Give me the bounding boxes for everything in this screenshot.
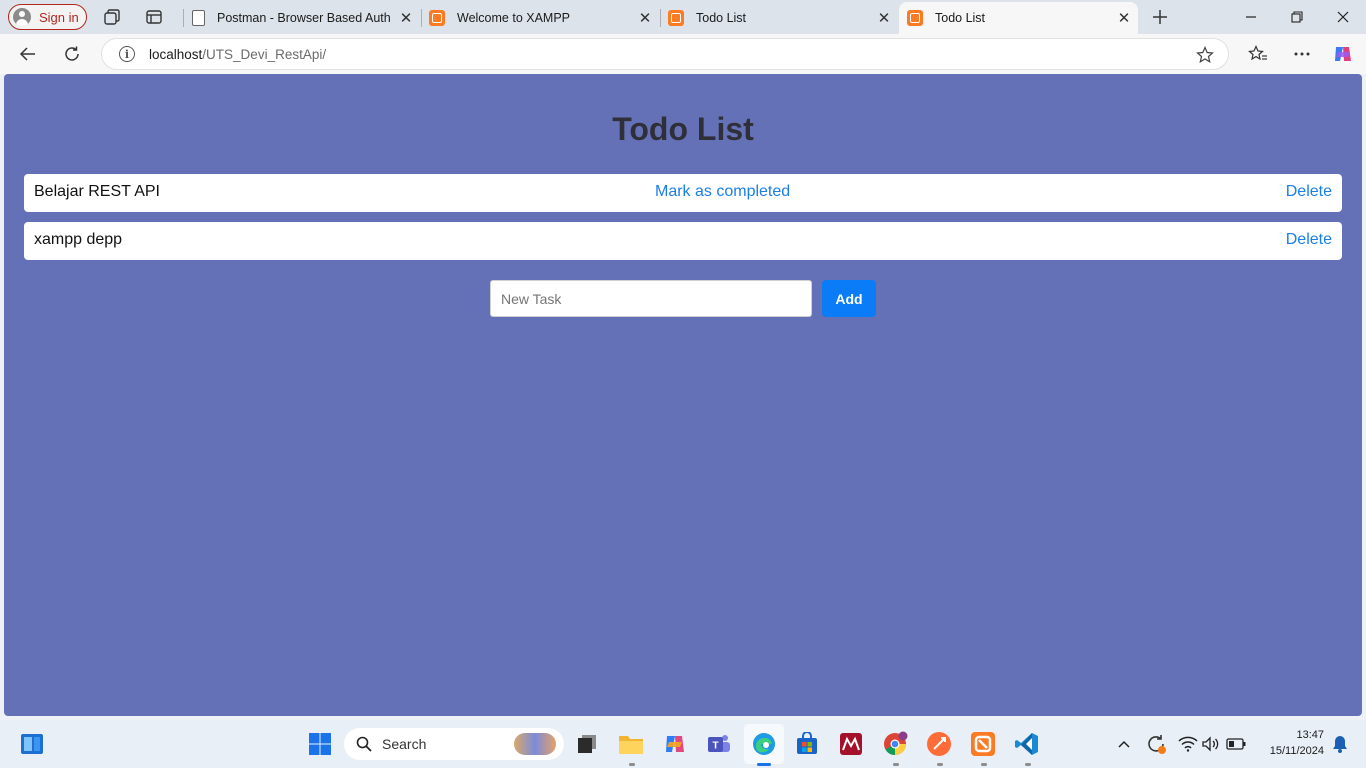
- postman-icon[interactable]: [925, 730, 953, 758]
- back-icon[interactable]: [16, 42, 40, 66]
- tab-postman[interactable]: Postman - Browser Based Auth ✕: [184, 2, 420, 34]
- minimize-icon[interactable]: [1228, 0, 1274, 34]
- page-viewport: Todo List Belajar REST API Mark as compl…: [4, 74, 1362, 716]
- url-path: /UTS_Devi_RestApi/: [202, 46, 327, 62]
- workspaces-icon[interactable]: [101, 6, 123, 28]
- mendeley-icon[interactable]: [837, 730, 865, 758]
- vscode-icon[interactable]: [1013, 730, 1041, 758]
- refresh-icon[interactable]: [60, 42, 84, 66]
- search-icon: [356, 736, 372, 752]
- task-view-icon[interactable]: [573, 730, 601, 758]
- address-bar[interactable]: i localhost/UTS_Devi_RestApi/: [101, 38, 1229, 70]
- active-app-indicator: [757, 763, 771, 766]
- new-task-input[interactable]: [490, 280, 812, 317]
- site-info-icon[interactable]: i: [119, 46, 135, 62]
- widgets-icon[interactable]: [18, 730, 46, 758]
- tab-todo-list[interactable]: Todo List ✕: [660, 2, 898, 34]
- taskbar-search[interactable]: Search: [344, 728, 564, 760]
- chrome-icon[interactable]: [881, 730, 909, 758]
- close-tab-icon[interactable]: ✕: [1114, 8, 1134, 28]
- microsoft-store-icon[interactable]: [793, 730, 821, 758]
- volume-icon[interactable]: [1197, 730, 1225, 758]
- copilot-icon[interactable]: [1331, 42, 1355, 66]
- search-highlight-icon: [514, 733, 556, 755]
- teams-icon[interactable]: T: [705, 730, 733, 758]
- file-explorer-icon[interactable]: [617, 730, 645, 758]
- xampp-icon: [907, 10, 923, 26]
- close-tab-icon[interactable]: ✕: [396, 8, 416, 28]
- new-tab-icon[interactable]: [1149, 6, 1171, 28]
- document-icon: [192, 10, 205, 26]
- todo-text: xampp depp: [34, 231, 123, 248]
- running-indicator: [629, 763, 635, 766]
- tab-title: Todo List: [935, 11, 986, 25]
- delete-link[interactable]: Delete: [1286, 183, 1332, 201]
- svg-text:T: T: [712, 741, 718, 752]
- start-icon[interactable]: [306, 730, 334, 758]
- favorite-star-icon[interactable]: [1196, 46, 1214, 64]
- add-button[interactable]: Add: [822, 280, 876, 317]
- tab-actions-icon[interactable]: [143, 6, 165, 28]
- running-indicator: [1025, 763, 1031, 766]
- tab-title: Postman - Browser Based Auth: [217, 11, 391, 25]
- close-window-icon[interactable]: [1320, 0, 1366, 34]
- url-host: localhost: [149, 46, 203, 62]
- profile-avatar-icon: [13, 8, 31, 26]
- tab-todo-list-active[interactable]: Todo List ✕: [899, 2, 1138, 34]
- tab-welcome-xampp[interactable]: Welcome to XAMPP ✕: [421, 2, 659, 34]
- sign-in-label: Sign in: [39, 9, 79, 25]
- notifications-bell-icon[interactable]: [1326, 730, 1354, 758]
- battery-icon[interactable]: [1222, 730, 1250, 758]
- clock-date[interactable]: 15/11/2024: [1254, 745, 1324, 757]
- todo-text: Belajar REST API: [34, 183, 160, 200]
- mark-completed-link[interactable]: Mark as completed: [655, 183, 790, 201]
- running-indicator: [981, 763, 987, 766]
- todo-item: Belajar REST API Mark as completed Delet…: [24, 174, 1342, 212]
- running-indicator: [937, 763, 943, 766]
- tab-title: Welcome to XAMPP: [457, 11, 571, 25]
- sync-update-icon[interactable]: [1142, 730, 1170, 758]
- restore-icon[interactable]: [1274, 0, 1320, 34]
- xampp-icon: [668, 10, 684, 26]
- search-label: Search: [382, 736, 427, 752]
- todo-item: xampp depp Delete: [24, 222, 1342, 260]
- page-title: Todo List: [612, 111, 754, 147]
- more-options-icon[interactable]: [1290, 42, 1314, 66]
- running-indicator: [893, 763, 899, 766]
- browser-toolbar: i localhost/UTS_Devi_RestApi/: [0, 34, 1366, 74]
- close-tab-icon[interactable]: ✕: [635, 8, 655, 28]
- xampp-icon: [429, 10, 445, 26]
- edge-icon[interactable]: [744, 724, 784, 764]
- delete-link[interactable]: Delete: [1286, 231, 1332, 249]
- browser-tab-strip: Sign in Postman - Browser Based Auth ✕ W…: [0, 0, 1366, 34]
- copilot-taskbar-icon[interactable]: [661, 730, 689, 758]
- favorites-icon[interactable]: [1246, 42, 1270, 66]
- xampp-control-icon[interactable]: [969, 730, 997, 758]
- close-tab-icon[interactable]: ✕: [874, 8, 894, 28]
- tab-title: Todo List: [696, 11, 747, 25]
- clock-time[interactable]: 13:47: [1254, 729, 1324, 741]
- windows-taskbar: Search T 13:47 15/11/2024: [0, 720, 1366, 768]
- show-hidden-icons-chevron-up-icon[interactable]: [1110, 730, 1138, 758]
- sign-in-button[interactable]: Sign in: [8, 4, 87, 30]
